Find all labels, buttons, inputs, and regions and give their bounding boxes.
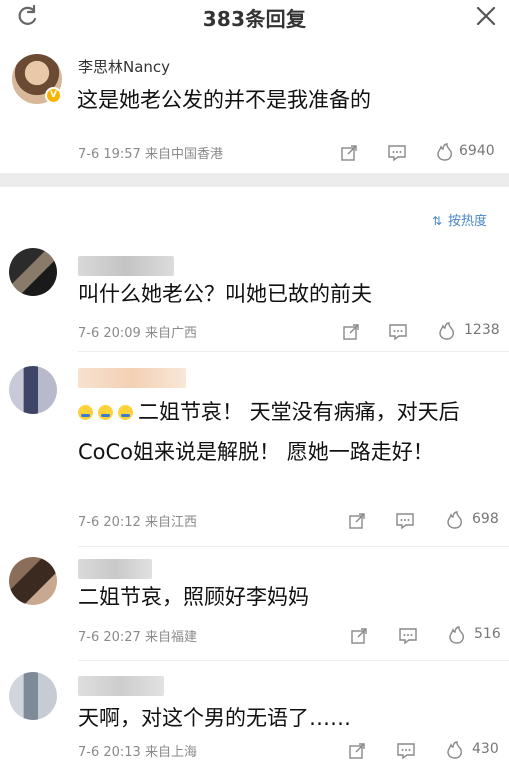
like-count: 516 — [474, 626, 501, 642]
commenter-avatar[interactable] — [9, 248, 57, 296]
comment-separator — [78, 546, 509, 547]
comment-text-content: 二姐节哀！ 天堂没有病痛，对天后CoCo姐来说是解脱！ 愿她一路走好！ — [78, 400, 460, 464]
comment-text: 叫什么她老公？叫她已故的前夫 — [78, 282, 372, 306]
comment-separator — [78, 351, 509, 352]
top-bar: 383条回复 — [0, 0, 509, 34]
author-name[interactable]: 李思林Nancy — [78, 56, 170, 77]
share-icon[interactable] — [348, 512, 366, 530]
commenter-name-blurred[interactable] — [78, 368, 186, 388]
comment-date: 7-6 20:09 来自广西 — [78, 326, 197, 341]
comment-date: 7-6 20:12 来自江西 — [78, 515, 197, 530]
commenter-name-blurred[interactable] — [78, 676, 164, 696]
like-icon[interactable] — [436, 143, 454, 161]
original-post: V 李思林Nancy 这是她老公发的并不是我准备的 7-6 19:57 来自中国… — [0, 40, 509, 180]
post-meta: 7-6 19:57 来自中国香港 6940 — [78, 143, 509, 163]
sort-icon: ⇅ — [432, 214, 443, 228]
comment-date: 7-6 20:27 来自福建 — [78, 630, 197, 645]
section-divider — [0, 173, 509, 187]
like-count: 6940 — [459, 143, 495, 159]
comment-icon[interactable] — [396, 742, 416, 760]
crying-emoji-icon — [78, 405, 93, 420]
post-date: 7-6 19:57 来自中国香港 — [78, 147, 223, 162]
commenter-avatar[interactable] — [9, 557, 57, 605]
share-icon[interactable] — [350, 627, 368, 645]
share-icon[interactable] — [340, 144, 358, 162]
share-icon[interactable] — [342, 323, 360, 341]
commenter-avatar[interactable] — [9, 672, 57, 720]
like-icon[interactable] — [446, 511, 464, 529]
post-text: 这是她老公发的并不是我准备的 — [77, 88, 371, 112]
like-icon[interactable] — [446, 741, 464, 759]
comment-icon[interactable] — [395, 512, 415, 530]
commenter-name-blurred[interactable] — [78, 256, 174, 276]
commenter-avatar[interactable] — [9, 366, 57, 414]
share-icon[interactable] — [348, 742, 366, 760]
page-title: 383条回复 — [202, 7, 307, 31]
comment-item: 叫什么她老公？叫她已故的前夫 7-6 20:09 来自广西 1238 — [0, 246, 509, 352]
like-icon[interactable] — [438, 322, 456, 340]
comment-meta: 7-6 20:12 来自江西 698 — [78, 511, 509, 531]
comment-text: 二姐节哀！ 天堂没有病痛，对天后CoCo姐来说是解脱！ 愿她一路走好！ — [78, 392, 498, 472]
comment-meta: 7-6 20:09 来自广西 1238 — [78, 322, 509, 342]
comment-date: 7-6 20:13 来自上海 — [78, 745, 197, 760]
crying-emoji-icon — [118, 405, 133, 420]
comment-item: 二姐节哀，照顾好李妈妈 7-6 20:27 来自福建 516 — [0, 553, 509, 661]
comment-icon[interactable] — [398, 627, 418, 645]
commenter-name-blurred[interactable] — [78, 559, 152, 579]
like-count: 1238 — [464, 322, 500, 338]
comment-icon[interactable] — [388, 323, 408, 341]
comment-text: 二姐节哀，照顾好李妈妈 — [78, 585, 309, 609]
comment-item: 二姐节哀！ 天堂没有病痛，对天后CoCo姐来说是解脱！ 愿她一路走好！ 7-6 … — [0, 360, 509, 548]
comment-text: 天啊，对这个男的无语了…… — [78, 706, 351, 730]
sort-button[interactable]: ⇅ 按热度 — [432, 210, 487, 229]
like-count: 430 — [472, 741, 499, 757]
comment-meta: 7-6 20:13 来自上海 430 — [78, 741, 509, 761]
comment-meta: 7-6 20:27 来自福建 516 — [78, 626, 509, 646]
sort-label: 按热度 — [448, 214, 488, 229]
like-icon[interactable] — [448, 626, 466, 644]
comment-item: 天啊，对这个男的无语了…… 7-6 20:13 来自上海 430 — [0, 668, 509, 769]
like-count: 698 — [472, 511, 499, 527]
close-icon[interactable] — [472, 2, 500, 30]
crying-emoji-icon — [98, 405, 113, 420]
verified-badge-icon: V — [45, 87, 62, 104]
comment-icon[interactable] — [387, 144, 407, 162]
comment-separator — [78, 660, 509, 661]
